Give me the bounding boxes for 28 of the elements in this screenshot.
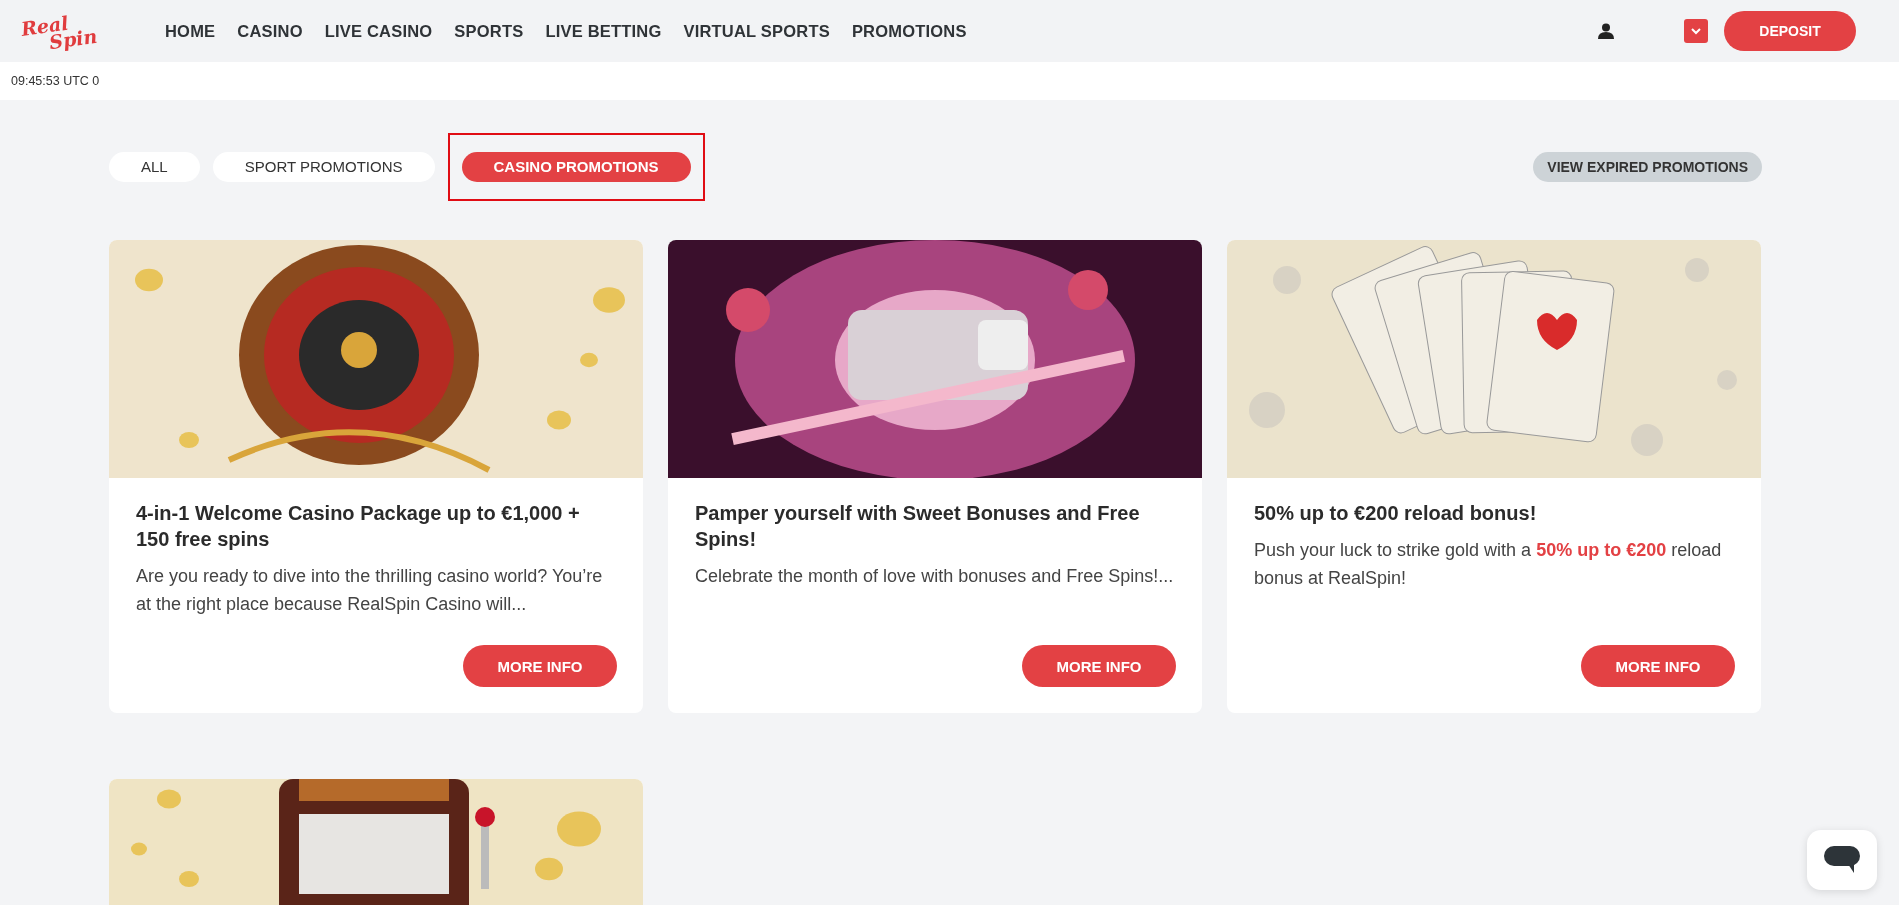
more-info-button[interactable]: MORE INFO: [463, 645, 617, 687]
filter-tab[interactable]: CASINO PROMOTIONS: [461, 151, 691, 182]
chat-icon: [1824, 846, 1860, 874]
filter-tab[interactable]: ALL: [109, 151, 200, 182]
promo-title: 50% up to €200 reload bonus!: [1254, 501, 1538, 526]
clock-text: 09:45:53 UTC 0: [11, 74, 100, 88]
nav-link[interactable]: HOME: [165, 21, 216, 41]
dropdown-button[interactable]: [1684, 19, 1708, 43]
filter-tab[interactable]: SPORT PROMOTIONS: [212, 151, 435, 182]
chevron-down-icon: [1691, 27, 1701, 35]
expired-promotions-button[interactable]: VIEW EXPIRED PROMOTIONS: [1533, 151, 1762, 182]
nav-link[interactable]: CASINO: [237, 21, 303, 41]
more-info-button[interactable]: MORE INFO: [1581, 645, 1735, 687]
nav-link[interactable]: PROMOTIONS: [851, 21, 967, 41]
promo-title: Pamper yourself with Sweet Bonuses and Free Spins!: [695, 501, 1141, 552]
promo-title: 4-in-1 Welcome Casino Package up to €1,000 + 150 free spins: [136, 501, 581, 552]
nav-link[interactable]: SPORTS: [454, 21, 524, 41]
more-info-button[interactable]: MORE INFO: [1022, 645, 1176, 687]
deposit-button[interactable]: DEPOSIT: [1724, 11, 1856, 51]
logo[interactable]: Real Spin: [20, 7, 124, 55]
promo-description: Celebrate the month of love with bonuses and Free Spins!...: [695, 565, 1175, 588]
nav-link[interactable]: LIVE BETTING: [545, 21, 662, 41]
nav-link[interactable]: LIVE CASINO: [324, 21, 433, 41]
nav-link[interactable]: VIRTUAL SPORTS: [683, 21, 830, 41]
promo-description: Are you ready to dive into the thrilling casino world? You’re at the right place because RealSpin Casino will...: [136, 565, 604, 616]
user-icon[interactable]: [1598, 23, 1614, 39]
promo-description: Push your luck to strike gold with a 50% up to €200 reload bonus at RealSpin!: [1254, 539, 1723, 590]
chat-button[interactable]: [1807, 830, 1877, 890]
